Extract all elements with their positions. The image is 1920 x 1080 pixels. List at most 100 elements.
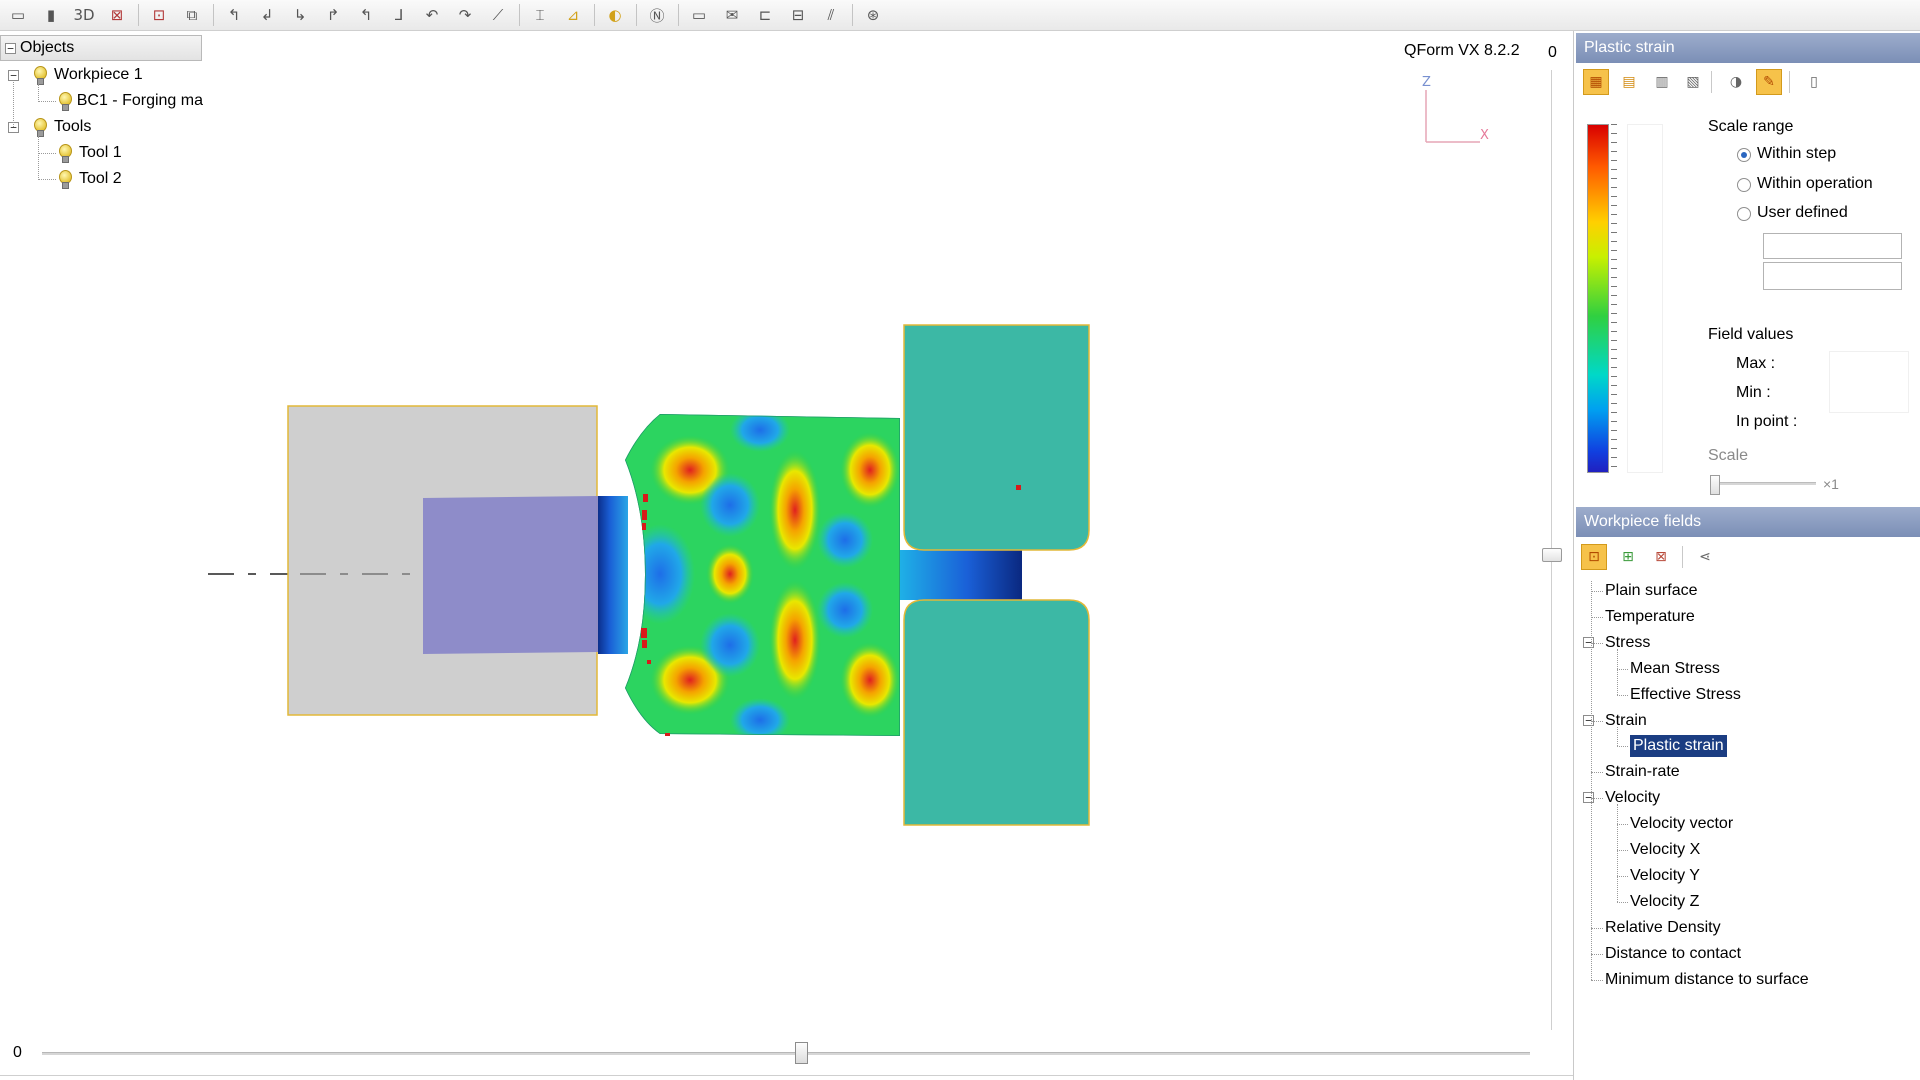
tree-connector — [1617, 648, 1618, 695]
field-item-minimum-distance-to-surface[interactable]: Minimum distance to surface — [1605, 969, 1809, 991]
scale-range-option-label[interactable]: Within operation — [1757, 175, 1873, 193]
tree-connector — [1617, 901, 1628, 903]
tree-connector — [1591, 720, 1603, 722]
scale-label: Scale — [1708, 447, 1749, 464]
axis-yz-icon[interactable]: ↰ — [352, 2, 380, 29]
workpiece-shaft — [598, 496, 628, 654]
new-project-icon[interactable]: ▭ — [4, 2, 32, 29]
contrast-button[interactable]: ◑ — [1723, 69, 1749, 95]
plastic-strain-title: Plastic strain — [1584, 39, 1675, 56]
field-item-effective-stress[interactable]: Effective Stress — [1630, 684, 1741, 706]
fit-icon[interactable]: ⌶ — [526, 2, 554, 29]
axis-reset-icon[interactable]: ↷ — [451, 2, 479, 29]
tree-connector — [1591, 616, 1603, 618]
workpiece-end — [900, 550, 1022, 600]
axis-xy-icon[interactable]: ↱ — [319, 2, 347, 29]
field-item-mean-stress[interactable]: Mean Stress — [1630, 658, 1720, 680]
tree-connector — [1591, 979, 1603, 981]
window-icon[interactable]: ▭ — [685, 2, 713, 29]
field-item-velocity[interactable]: Velocity — [1605, 787, 1660, 809]
open-project-icon[interactable]: ▮ — [37, 2, 65, 29]
section-icon[interactable]: ⊿ — [559, 2, 587, 29]
in-point-label: In point : — [1736, 413, 1798, 430]
tree-connector — [1591, 953, 1603, 955]
field-section-button[interactable]: ⊞ — [1615, 544, 1641, 570]
field-item-stress[interactable]: Stress — [1605, 632, 1650, 654]
view-3d-icon[interactable]: 3D — [70, 2, 98, 29]
field-surface-button[interactable]: ⊡ — [1581, 544, 1607, 570]
tree-connector — [1617, 875, 1628, 877]
field-item-temperature[interactable]: Temperature — [1605, 606, 1695, 628]
shading-icon[interactable]: ◐ — [601, 2, 629, 29]
timeline-bar — [0, 1032, 1573, 1080]
color-map-button[interactable]: ▦ — [1583, 69, 1609, 95]
tree-connector — [1617, 726, 1618, 747]
workpiece-fields-title: Workpiece fields — [1584, 513, 1702, 530]
toolbar-separator — [138, 4, 139, 26]
toolbar-separator — [678, 4, 679, 26]
field-item-distance-to-contact[interactable]: Distance to contact — [1605, 943, 1741, 965]
simulation-viewport[interactable]: Z X — [0, 31, 1535, 1031]
axis-rotate-icon[interactable]: ↶ — [418, 2, 446, 29]
time-slider-thumb[interactable] — [794, 1042, 808, 1064]
color-scale-bar — [1587, 124, 1609, 473]
scale-range-option-label[interactable]: User defined — [1757, 204, 1848, 222]
brush-button[interactable]: ✎ — [1756, 69, 1782, 95]
scale-slider-thumb[interactable] — [1710, 475, 1720, 495]
axis-xz-icon[interactable]: ⅃ — [385, 2, 413, 29]
scale-range-radio[interactable] — [1737, 207, 1751, 221]
workpiece-red-icon[interactable]: ⊡ — [145, 2, 173, 29]
field-values-box — [1829, 351, 1909, 413]
field-item-relative-density[interactable]: Relative Density — [1605, 917, 1721, 939]
color-scale-labels — [1627, 124, 1663, 473]
vertical-scroll-thumb[interactable] — [1542, 548, 1562, 562]
punch-tool — [423, 496, 598, 654]
axis-y-icon[interactable]: ↲ — [253, 2, 281, 29]
min-label: Min : — [1736, 384, 1771, 401]
axis-x-icon[interactable]: ↰ — [220, 2, 248, 29]
share-icon[interactable]: ⋖ — [1692, 544, 1718, 570]
report-icon[interactable]: ⊛ — [859, 2, 887, 29]
field-item-velocity-z[interactable]: Velocity Z — [1630, 891, 1699, 913]
field-item-velocity-vector[interactable]: Velocity vector — [1630, 813, 1733, 835]
scale-options-button[interactable]: ▧ — [1680, 69, 1706, 95]
tree-connector — [1617, 850, 1628, 851]
simulation-scene: Z X — [208, 75, 1489, 826]
tree-connector — [1591, 642, 1603, 644]
scale-range-radio[interactable] — [1737, 178, 1751, 192]
field-item-strain[interactable]: Strain — [1605, 710, 1647, 732]
tool-red-icon[interactable]: ⊠ — [103, 2, 131, 29]
isolines-button[interactable]: ▤ — [1616, 69, 1642, 95]
tree-connector — [1617, 668, 1628, 670]
die-tool-1 — [903, 324, 1090, 551]
export-icon[interactable]: ⧉ — [178, 2, 206, 29]
field-item-plain-surface[interactable]: Plain surface — [1605, 580, 1698, 602]
axis-z-label: Z — [1422, 75, 1431, 90]
field-cut-button[interactable]: ⊠ — [1648, 544, 1674, 570]
scale-range-option-label[interactable]: Within step — [1757, 145, 1836, 163]
time-slider-track[interactable] — [42, 1052, 1530, 1055]
panel-layout-button[interactable]: ▯ — [1801, 69, 1827, 95]
frame-icon[interactable]: ⊏ — [751, 2, 779, 29]
field-item-velocity-y[interactable]: Velocity Y — [1630, 865, 1700, 887]
tree-connector — [1591, 927, 1603, 929]
scale-list-button[interactable]: ▥ — [1649, 69, 1675, 95]
field-item-velocity-x[interactable]: Velocity X — [1630, 839, 1700, 861]
scale-multiplier: ×1 — [1823, 476, 1839, 492]
toolbar-separator — [213, 4, 214, 26]
navigator-icon[interactable]: Ⓝ — [643, 2, 671, 29]
tree-connector — [1591, 772, 1603, 774]
axis-z-icon[interactable]: ↳ — [286, 2, 314, 29]
user-max-input[interactable] — [1763, 233, 1902, 259]
field-item-strain-rate[interactable]: Strain-rate — [1605, 761, 1680, 783]
scale-range-radio[interactable] — [1737, 148, 1751, 162]
film-icon[interactable]: ⊟ — [784, 2, 812, 29]
tree-connector — [1591, 591, 1603, 592]
chart-icon[interactable]: ⫽ — [817, 2, 845, 29]
ruler-icon[interactable]: ⟋ — [484, 2, 512, 29]
field-item-plastic-strain[interactable]: Plastic strain — [1630, 735, 1727, 758]
mail-icon[interactable]: ✉ — [718, 2, 746, 29]
user-min-input[interactable] — [1763, 262, 1902, 290]
scale-slider-track[interactable] — [1716, 482, 1816, 485]
time-value: 0 — [13, 1044, 22, 1061]
